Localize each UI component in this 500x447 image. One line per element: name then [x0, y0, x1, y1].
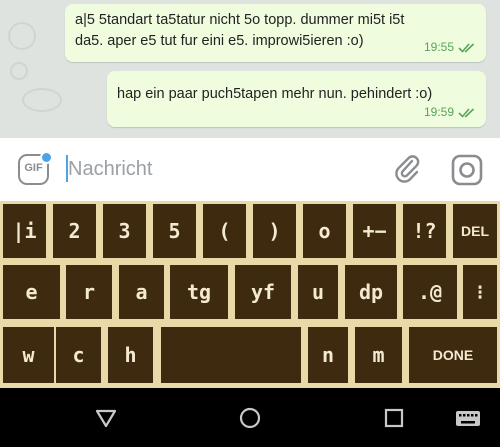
paperclip-icon[interactable] — [390, 152, 424, 186]
system-navigation-bar — [0, 388, 500, 447]
key[interactable]: a — [119, 265, 164, 319]
gif-icon: GIF — [24, 162, 43, 174]
space-key[interactable] — [161, 327, 301, 383]
key[interactable]: ⁝ — [463, 265, 497, 319]
key[interactable]: u — [298, 265, 338, 319]
key[interactable]: r — [66, 265, 112, 319]
key[interactable]: c — [56, 327, 101, 383]
key[interactable]: ) — [253, 204, 296, 258]
key[interactable]: 2 — [53, 204, 96, 258]
key[interactable]: n — [308, 327, 348, 383]
key[interactable]: +− — [353, 204, 396, 258]
wallpaper-doodle — [22, 88, 62, 112]
camera-icon[interactable] — [449, 152, 485, 188]
notification-dot — [40, 151, 53, 164]
key[interactable]: h — [108, 327, 153, 383]
done-key[interactable]: DONE — [409, 327, 497, 383]
back-triangle-icon[interactable] — [93, 405, 119, 431]
wallpaper-doodle — [10, 62, 28, 80]
message-text: hap ein paar puch5tapen mehr nun. pehind… — [117, 86, 433, 102]
custom-keyboard: |i 2 3 5 ( ) o +− !? DEL e r a tg yf u d… — [0, 201, 500, 388]
key[interactable]: dp — [345, 265, 397, 319]
key[interactable]: ( — [203, 204, 246, 258]
key[interactable]: tg — [170, 265, 228, 319]
message-input-bar: GIF — [0, 138, 500, 201]
message-text: a|5 5tandart ta5tatur nicht 5o topp. dum… — [75, 12, 405, 49]
message-meta: 19:59 — [424, 102, 476, 123]
message-input[interactable] — [68, 152, 368, 186]
message-bubble[interactable]: a|5 5tandart ta5tatur nicht 5o topp. dum… — [65, 4, 486, 62]
key[interactable]: 3 — [103, 204, 146, 258]
message-time: 19:59 — [423, 105, 454, 119]
key[interactable]: o — [303, 204, 346, 258]
chat-area[interactable]: a|5 5tandart ta5tatur nicht 5o topp. dum… — [0, 0, 500, 138]
delete-key[interactable]: DEL — [453, 204, 497, 258]
message-meta: 19:55 — [424, 37, 476, 58]
wallpaper-doodle — [8, 22, 36, 50]
key[interactable]: e — [3, 265, 60, 319]
key[interactable]: w — [3, 327, 54, 383]
key[interactable]: .@ — [403, 265, 457, 319]
home-circle-icon[interactable] — [237, 405, 263, 431]
double-check-icon — [458, 43, 475, 53]
key[interactable]: !? — [403, 204, 446, 258]
message-bubble[interactable]: hap ein paar puch5tapen mehr nun. pehind… — [107, 71, 486, 127]
message-time: 19:55 — [423, 40, 454, 54]
key[interactable]: |i — [3, 204, 46, 258]
key[interactable]: 5 — [153, 204, 196, 258]
key[interactable]: yf — [235, 265, 291, 319]
recents-square-icon[interactable] — [381, 405, 407, 431]
double-check-icon — [458, 108, 475, 118]
key[interactable]: m — [355, 327, 402, 383]
keyboard-switch-icon[interactable] — [453, 405, 481, 431]
